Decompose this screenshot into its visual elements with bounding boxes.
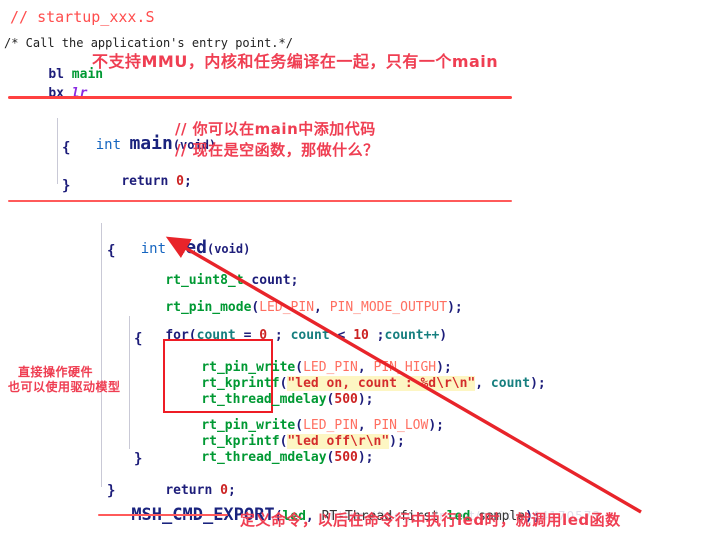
- main-annotation-2: // 现在是空函数，那做什么？: [175, 141, 379, 159]
- export-annotation: 定义命令，以后在命令行中执行led时，就调用led函数: [240, 511, 621, 529]
- for-sep2: ;: [368, 328, 385, 343]
- divider-rule-2: [8, 200, 512, 202]
- for-cond-var: count: [290, 328, 330, 343]
- main-return-statement: return 0;: [90, 159, 192, 204]
- kprintf-on-arg: count: [490, 376, 531, 391]
- led-annotation-left-line2: 也可以使用驱动模型: [8, 380, 121, 394]
- for-limit: 10: [353, 328, 369, 343]
- main-return-type: int: [95, 137, 122, 153]
- mdelay-2-close: );: [357, 450, 374, 465]
- divider-rule-3: [98, 514, 228, 516]
- led-function-name: led: [174, 237, 207, 258]
- divider-rule-1: [8, 96, 512, 99]
- for-lt: <: [329, 328, 354, 343]
- main-return-keyword: return: [121, 174, 169, 189]
- startup-file-comment: // startup_xxx.S: [10, 8, 155, 26]
- main-function-name: main: [129, 133, 173, 154]
- for-brace-open: {: [134, 331, 143, 347]
- led-return-type: int: [140, 241, 167, 257]
- main-return-semi: ;: [183, 174, 192, 189]
- for-close: ): [439, 328, 448, 343]
- for-increment: count++: [384, 328, 440, 343]
- main-brace-close: }: [62, 178, 71, 194]
- kprintf-on-close: );: [530, 376, 546, 391]
- fold-guide-led: [101, 223, 102, 487]
- main-return-value: 0: [176, 174, 184, 189]
- pin-mode-close: );: [447, 300, 463, 315]
- slide-canvas: https://blog.csdn.net/weixin_44170573 //…: [0, 0, 701, 536]
- led-brace-open: {: [107, 243, 116, 259]
- for-brace-close: }: [134, 451, 143, 467]
- led-args: (void): [206, 242, 251, 256]
- main-brace-open: {: [62, 140, 71, 156]
- fold-guide-for: [129, 316, 130, 449]
- kprintf-on-comma: ,: [475, 376, 491, 391]
- mdelay-2-fn: rt_thread_mdelay: [201, 450, 327, 465]
- main-annotation-1: // 你可以在main中添加代码: [175, 120, 376, 138]
- kprintf-off-close: );: [389, 434, 405, 449]
- pin-write-low-close: );: [428, 418, 444, 433]
- mdelay-2-num: 500: [334, 450, 358, 465]
- fold-guide-main: [57, 118, 58, 184]
- startup-line-bx: bx lr: [17, 71, 87, 116]
- startup-annotation: 不支持MMU，内核和任务编译在一起，只有一个main: [92, 52, 499, 71]
